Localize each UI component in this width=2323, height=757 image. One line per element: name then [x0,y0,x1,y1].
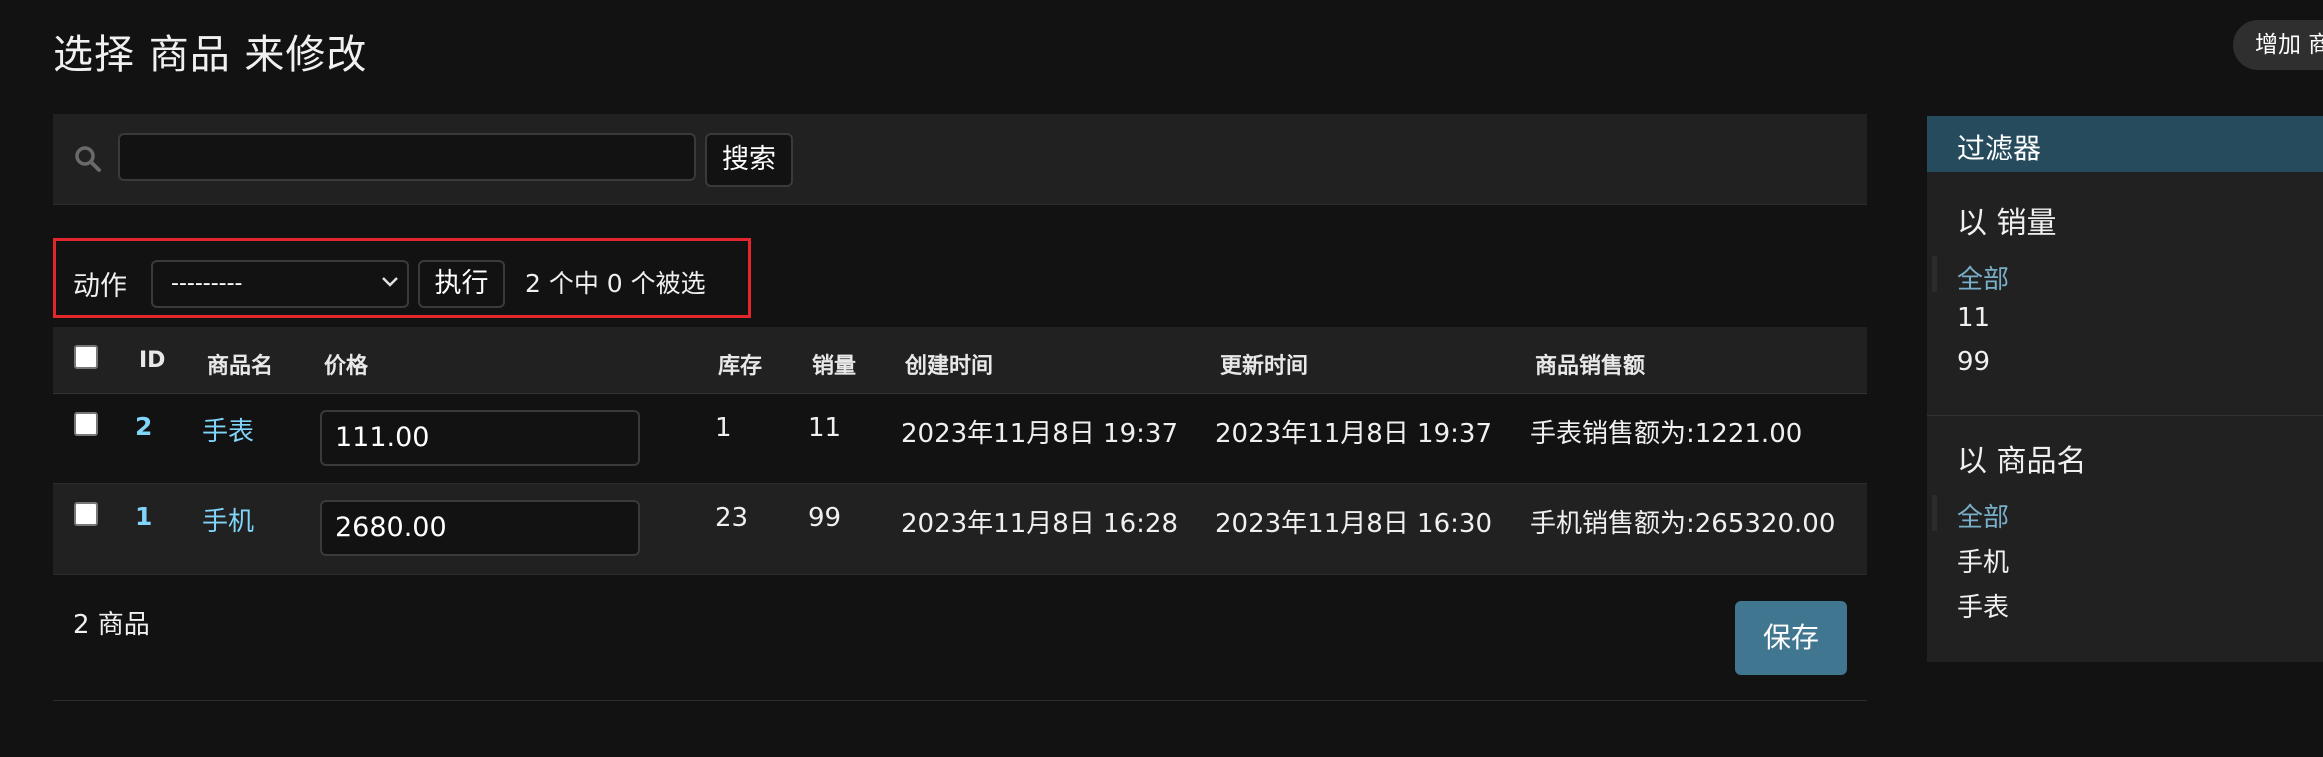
sales-value: 99 [808,503,842,533]
filter-item-name-phone[interactable]: 手机 [1957,542,2009,579]
result-count: 2 商品 [73,610,150,640]
selected-marker [1932,495,1937,531]
filter-item-name-watch[interactable]: 手表 [1957,587,2009,624]
action-select[interactable]: --------- [151,260,409,308]
filter-item-sales-11[interactable]: 11 [1957,303,1990,333]
column-header-price[interactable]: 价格 [324,348,368,380]
stock-value: 23 [715,503,749,533]
page-title: 选择 商品 来修改 [53,32,368,78]
created-time: 2023年11月8日 19:37 [901,419,1178,449]
row-checkbox[interactable] [74,412,98,436]
filter-item-sales-all[interactable]: 全部 [1957,259,2009,296]
chevron-down-icon [382,277,398,287]
search-button[interactable]: 搜索 [705,133,793,187]
stock-value: 1 [715,413,732,443]
product-name-link[interactable]: 手表 [202,411,254,448]
created-time: 2023年11月8日 16:28 [901,509,1178,539]
column-header-stock[interactable]: 库存 [718,348,762,380]
select-all-checkbox[interactable] [74,345,98,369]
row-id-link[interactable]: 2 [135,412,152,441]
product-name-link[interactable]: 手机 [202,501,254,538]
filter-item-name-all[interactable]: 全部 [1957,497,2009,534]
row-id-link[interactable]: 1 [135,502,152,531]
column-header-created[interactable]: 创建时间 [905,348,993,380]
row-checkbox[interactable] [74,502,98,526]
column-header-sales[interactable]: 销量 [812,348,856,380]
filter-item-sales-99[interactable]: 99 [1957,347,1990,377]
actions-label: 动作 [73,271,127,302]
filter-heading-sales: 以 销量 [1957,206,2057,241]
save-button[interactable]: 保存 [1735,601,1847,675]
sales-value: 11 [808,413,842,443]
search-icon [75,146,101,172]
revenue-value: 手表销售额为:1221.00 [1530,419,1803,449]
column-header-id[interactable]: ID [139,348,165,373]
price-input[interactable]: 111.00 [320,410,640,466]
divider [1927,415,2323,416]
divider [53,700,1867,701]
column-header-revenue: 商品销售额 [1535,354,1646,379]
updated-time: 2023年11月8日 16:30 [1215,509,1492,539]
column-header-updated[interactable]: 更新时间 [1220,348,1308,380]
selection-counter: 2 个中 0 个被选 [525,269,706,298]
column-header-name[interactable]: 商品名 [207,348,273,380]
filter-title: 过滤器 [1957,132,2042,165]
selected-marker [1932,256,1937,292]
execute-action-button[interactable]: 执行 [418,260,505,308]
updated-time: 2023年11月8日 19:37 [1215,419,1492,449]
add-product-button[interactable]: 增加 商品 [2233,20,2323,70]
price-input[interactable]: 2680.00 [320,500,640,556]
search-input[interactable] [118,133,696,181]
filter-heading-name: 以 商品名 [1957,444,2087,479]
revenue-value: 手机销售额为:265320.00 [1530,509,1836,539]
